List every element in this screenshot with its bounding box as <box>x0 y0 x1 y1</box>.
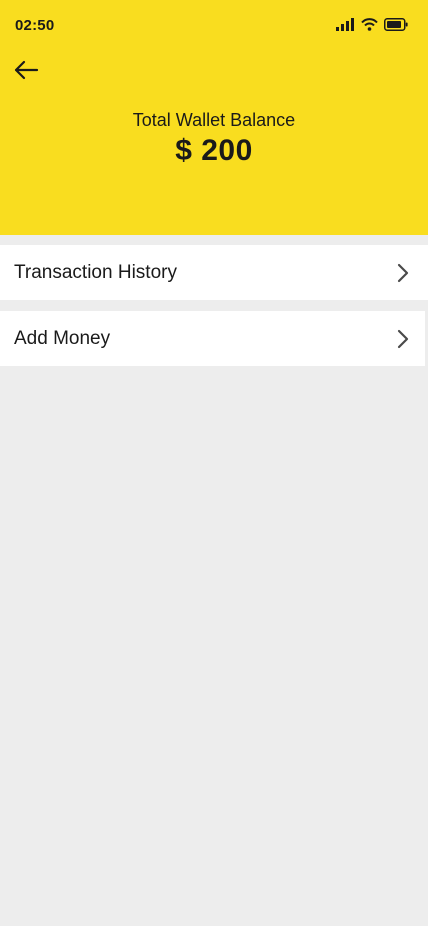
status-time: 02:50 <box>15 17 55 34</box>
wallet-header: 02:50 Total Wallet Balance $ 200 <box>0 0 428 235</box>
menu-item-transaction-history[interactable]: Transaction History <box>0 245 428 300</box>
status-bar: 02:50 <box>0 0 428 50</box>
menu-item-label: Add Money <box>14 327 111 349</box>
status-icons <box>336 17 408 31</box>
battery-icon <box>384 17 408 31</box>
menu-item-label: Transaction History <box>14 261 177 283</box>
back-button[interactable] <box>10 56 42 88</box>
arrow-left-icon <box>13 60 39 85</box>
wallet-balance-amount: $ 200 <box>175 134 253 167</box>
chevron-right-icon <box>396 329 410 349</box>
chevron-right-icon <box>396 263 410 283</box>
wifi-icon <box>361 17 378 31</box>
wallet-balance-label: Total Wallet Balance <box>132 110 296 130</box>
signal-icon <box>336 17 355 31</box>
menu-item-add-money[interactable]: Add Money <box>0 311 425 366</box>
